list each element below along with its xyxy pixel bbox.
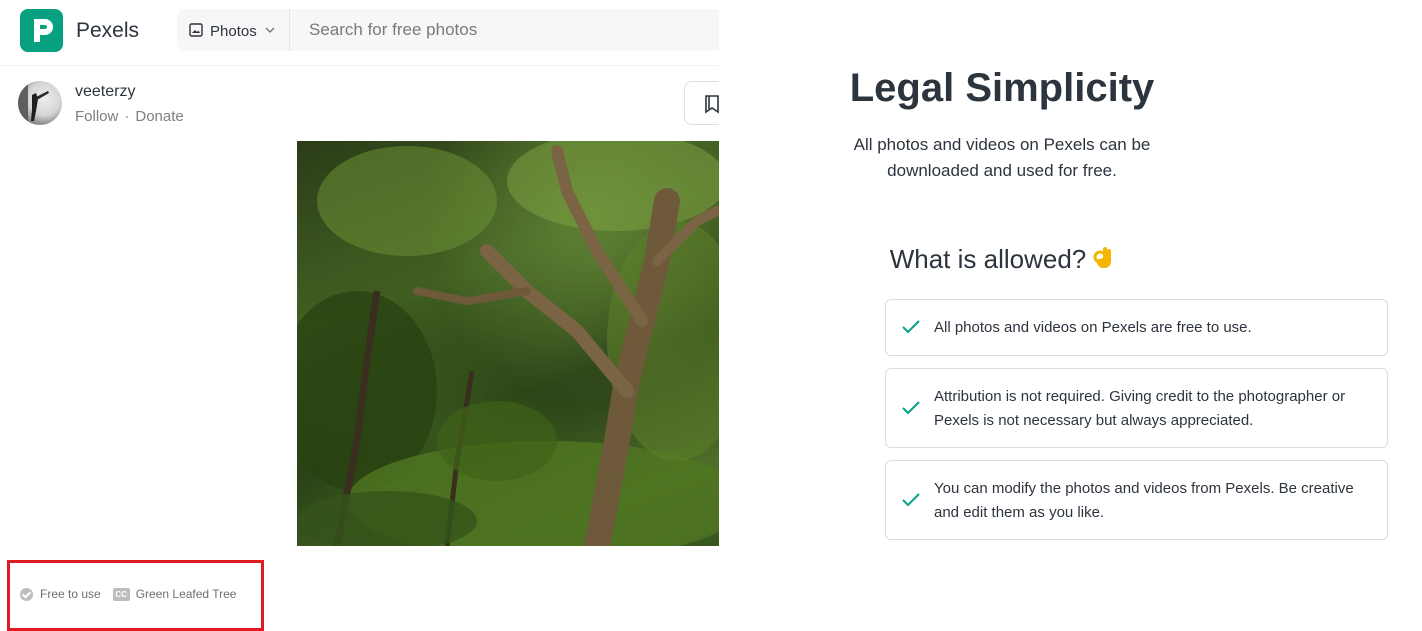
check-icon xyxy=(902,320,920,334)
search-type-label: Photos xyxy=(210,23,257,40)
allowed-item-text: Attribution is not required. Giving cred… xyxy=(934,388,1346,429)
search-type-dropdown[interactable]: Photos xyxy=(177,9,290,51)
pexels-logo-icon xyxy=(34,19,53,42)
search-input[interactable] xyxy=(299,9,699,51)
author-username[interactable]: veeterzy xyxy=(75,83,135,101)
search-bar: Photos xyxy=(177,9,719,51)
site-header: Pexels Photos xyxy=(0,0,719,66)
allowed-heading: What is allowed? xyxy=(584,244,1420,275)
brand-name[interactable]: Pexels xyxy=(76,19,139,43)
separator-dot: · xyxy=(124,108,130,125)
allowed-item-text: All photos and videos on Pexels are free… xyxy=(934,319,1252,336)
main-photo[interactable] xyxy=(297,141,719,546)
donate-link[interactable]: Donate xyxy=(135,108,183,125)
follow-link[interactable]: Follow xyxy=(75,108,118,125)
photos-icon xyxy=(189,23,203,37)
pexels-logo[interactable] xyxy=(20,9,63,52)
allowed-heading-text: What is allowed? xyxy=(889,244,1087,274)
chevron-down-icon xyxy=(265,27,275,33)
ok-hand-icon xyxy=(1093,247,1112,269)
legal-subtitle-line2: downloaded and used for free. xyxy=(887,161,1117,180)
legal-subtitle: All photos and videos on Pexels can be d… xyxy=(584,132,1420,184)
allowed-item: Attribution is not required. Giving cred… xyxy=(885,368,1388,448)
legal-title: Legal Simplicity xyxy=(849,66,1155,110)
avatar[interactable] xyxy=(18,81,62,125)
author-actions: Follow · Donate xyxy=(75,108,184,125)
tree-photo-image xyxy=(297,141,719,546)
avatar-photo-icon xyxy=(18,81,49,125)
allowed-item: All photos and videos on Pexels are free… xyxy=(885,299,1388,356)
legal-subtitle-line1: All photos and videos on Pexels can be xyxy=(853,135,1151,154)
allowed-item: You can modify the photos and videos fro… xyxy=(885,460,1388,540)
check-icon xyxy=(902,493,920,507)
allowed-item-text: You can modify the photos and videos fro… xyxy=(934,480,1354,521)
check-icon xyxy=(902,401,920,415)
highlight-box xyxy=(7,560,264,631)
legal-panel: Legal Simplicity All photos and videos o… xyxy=(719,0,1422,631)
